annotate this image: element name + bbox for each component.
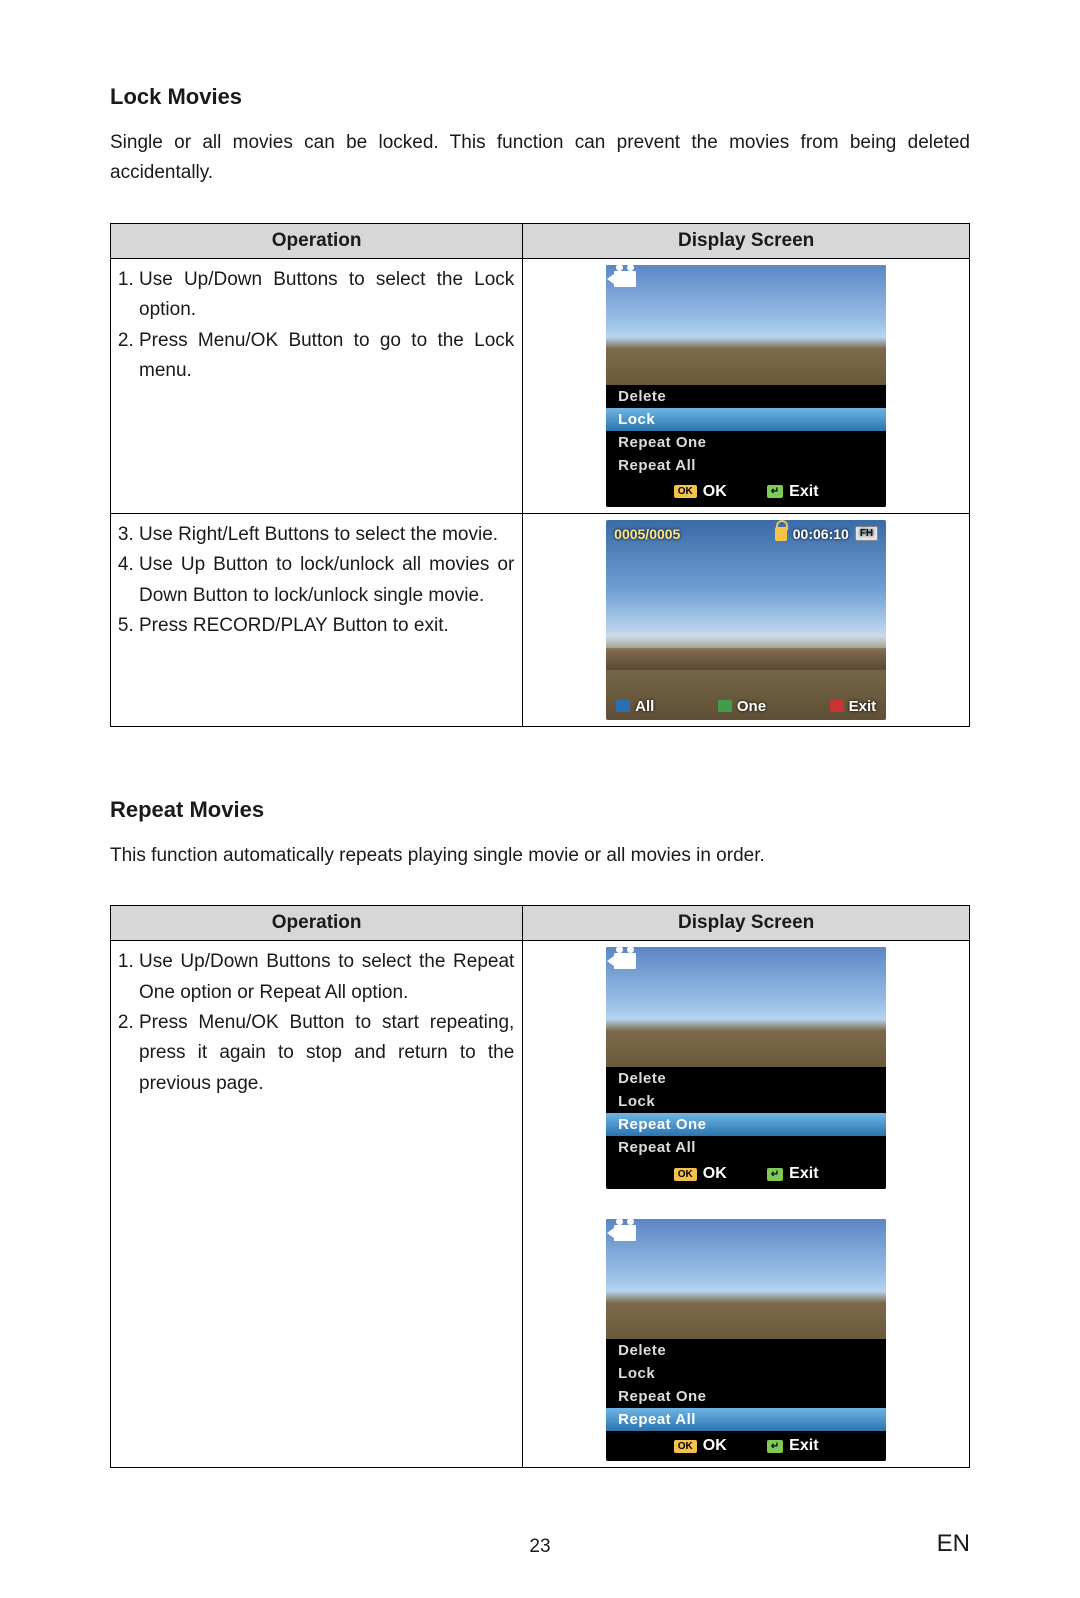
ok-chip-icon: OK — [674, 1168, 697, 1181]
osd-menu-repeat-one: Delete Lock Repeat One Repeat All OK OK … — [606, 947, 886, 1189]
pb-one-label: One — [737, 698, 766, 715]
osd-ok-label: OK — [703, 1165, 727, 1183]
step: Use Right/Left Buttons to select the mov… — [139, 520, 514, 550]
operation-cell: Use Up/Down Buttons to select the Repeat… — [111, 941, 523, 1468]
ok-chip-icon: OK — [674, 485, 697, 498]
step: Use Up Button to lock/unlock all movies … — [139, 550, 514, 611]
display-cell: 0005/0005 00:06:10 FH All — [523, 513, 970, 726]
osd-item-lock[interactable]: Lock — [606, 408, 886, 431]
osd-exit-button[interactable]: ↵ Exit — [767, 1437, 819, 1455]
playback-bottom-bar: All One Exit — [606, 693, 886, 720]
pb-exit-label: Exit — [849, 698, 877, 715]
osd-exit-label: Exit — [789, 1165, 818, 1183]
osd-item-delete[interactable]: Delete — [606, 385, 886, 408]
table-lock: Operation Display Screen Use Up/Down But… — [110, 223, 970, 727]
table-repeat: Operation Display Screen Use Up/Down But… — [110, 905, 970, 1468]
osd-item-repeat-one[interactable]: Repeat One — [606, 1385, 886, 1408]
playback-status: 00:06:10 FH — [775, 526, 878, 542]
col-operation: Operation — [111, 223, 523, 258]
ok-chip-icon: OK — [674, 1440, 697, 1453]
osd-item-delete[interactable]: Delete — [606, 1067, 886, 1090]
table-row: Use Right/Left Buttons to select the mov… — [111, 513, 970, 726]
step: Use Up/Down Buttons to select the Repeat… — [139, 947, 514, 1008]
col-display: Display Screen — [523, 223, 970, 258]
step: Press Menu/OK Button to start repeating,… — [139, 1008, 514, 1099]
pb-one-button[interactable]: One — [718, 698, 766, 715]
osd-item-repeat-all[interactable]: Repeat All — [606, 454, 886, 477]
osd-scene — [606, 947, 886, 1067]
table-row: Use Up/Down Buttons to select the Lock o… — [111, 258, 970, 513]
section-title-repeat: Repeat Movies — [110, 797, 970, 823]
step: Press RECORD/PLAY Button to exit. — [139, 611, 514, 641]
osd-item-lock[interactable]: Lock — [606, 1090, 886, 1113]
section-title-lock: Lock Movies — [110, 84, 970, 110]
section-intro-repeat: This function automatically repeats play… — [110, 841, 970, 871]
table-row: Use Up/Down Buttons to select the Repeat… — [111, 941, 970, 1468]
osd-item-repeat-one[interactable]: Repeat One — [606, 1113, 886, 1136]
osd-ok-label: OK — [703, 1437, 727, 1455]
up-icon — [616, 700, 630, 712]
col-display: Display Screen — [523, 906, 970, 941]
playback-time: 00:06:10 — [793, 526, 849, 542]
scene-foreground — [606, 650, 886, 670]
osd-menu-repeat-all: Delete Lock Repeat One Repeat All OK OK … — [606, 1219, 886, 1461]
osd-footer: OK OK ↵ Exit — [606, 1159, 886, 1189]
page: Lock Movies Single or all movies can be … — [0, 0, 1080, 1598]
osd-footer: OK OK ↵ Exit — [606, 477, 886, 507]
playback-counter: 0005/0005 — [614, 526, 680, 542]
display-cell: Delete Lock Repeat One Repeat All OK OK … — [523, 258, 970, 513]
osd-menu-lock: Delete Lock Repeat One Repeat All OK OK … — [606, 265, 886, 507]
movie-mode-icon — [614, 953, 636, 973]
exit-chip-icon: ↵ — [767, 485, 783, 498]
osd-footer: OK OK ↵ Exit — [606, 1431, 886, 1461]
page-number: 23 — [529, 1536, 550, 1558]
section-intro-lock: Single or all movies can be locked. This… — [110, 128, 970, 189]
osd-ok-button[interactable]: OK OK — [674, 483, 727, 501]
pb-all-button[interactable]: All — [616, 698, 654, 715]
display-cell: Delete Lock Repeat One Repeat All OK OK … — [523, 941, 970, 1468]
table-header-row: Operation Display Screen — [111, 223, 970, 258]
page-footer: 23 EN — [0, 1530, 1080, 1558]
quality-badge: FH — [855, 526, 878, 541]
osd-item-repeat-all[interactable]: Repeat All — [606, 1136, 886, 1159]
table-header-row: Operation Display Screen — [111, 906, 970, 941]
playback-display: 0005/0005 00:06:10 FH All — [606, 520, 886, 720]
osd-scene — [606, 265, 886, 385]
osd-exit-button[interactable]: ↵ Exit — [767, 483, 819, 501]
osd-item-delete[interactable]: Delete — [606, 1339, 886, 1362]
lock-icon — [775, 527, 787, 541]
exit-chip-icon: ↵ — [767, 1168, 783, 1181]
step: Press Menu/OK Button to go to the Lock m… — [139, 326, 514, 387]
osd-exit-label: Exit — [789, 483, 818, 501]
osd-item-repeat-one[interactable]: Repeat One — [606, 431, 886, 454]
osd-exit-button[interactable]: ↵ Exit — [767, 1165, 819, 1183]
osd-scene — [606, 1219, 886, 1339]
pb-exit-button[interactable]: Exit — [830, 698, 877, 715]
osd-ok-label: OK — [703, 483, 727, 501]
osd-item-lock[interactable]: Lock — [606, 1362, 886, 1385]
col-operation: Operation — [111, 906, 523, 941]
page-language: EN — [937, 1530, 970, 1558]
rec-icon — [830, 700, 844, 712]
operation-cell: Use Up/Down Buttons to select the Lock o… — [111, 258, 523, 513]
exit-chip-icon: ↵ — [767, 1440, 783, 1453]
pb-all-label: All — [635, 698, 654, 715]
osd-item-repeat-all[interactable]: Repeat All — [606, 1408, 886, 1431]
movie-mode-icon — [614, 1225, 636, 1245]
osd-ok-button[interactable]: OK OK — [674, 1165, 727, 1183]
down-icon — [718, 700, 732, 712]
step: Use Up/Down Buttons to select the Lock o… — [139, 265, 514, 326]
osd-ok-button[interactable]: OK OK — [674, 1437, 727, 1455]
osd-exit-label: Exit — [789, 1437, 818, 1455]
movie-mode-icon — [614, 271, 636, 291]
operation-cell: Use Right/Left Buttons to select the mov… — [111, 513, 523, 726]
